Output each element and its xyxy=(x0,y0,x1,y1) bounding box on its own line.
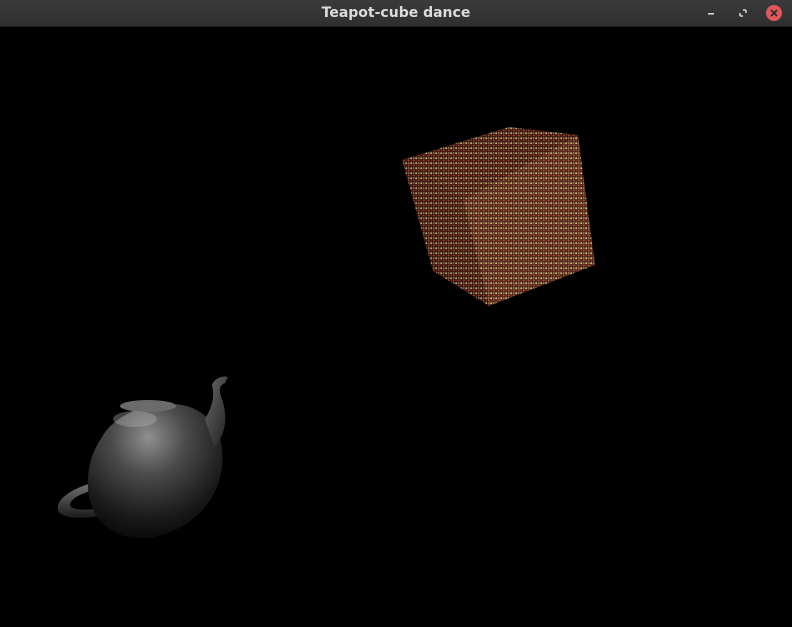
maximize-icon xyxy=(739,9,747,17)
title-bar[interactable]: Teapot-cube dance xyxy=(0,0,792,27)
teapot-lid xyxy=(120,400,176,412)
teapot-body xyxy=(87,403,223,539)
app-window: Teapot-cube dance xyxy=(0,0,792,627)
cube xyxy=(402,127,595,306)
scene-canvas xyxy=(57,127,595,539)
close-icon xyxy=(770,9,778,17)
render-viewport[interactable] xyxy=(0,27,792,627)
teapot xyxy=(57,376,228,539)
minimize-button[interactable] xyxy=(703,5,719,21)
maximize-button[interactable] xyxy=(735,5,751,21)
window-title: Teapot-cube dance xyxy=(321,5,471,21)
close-button[interactable] xyxy=(766,5,782,21)
minimize-icon xyxy=(708,13,714,15)
